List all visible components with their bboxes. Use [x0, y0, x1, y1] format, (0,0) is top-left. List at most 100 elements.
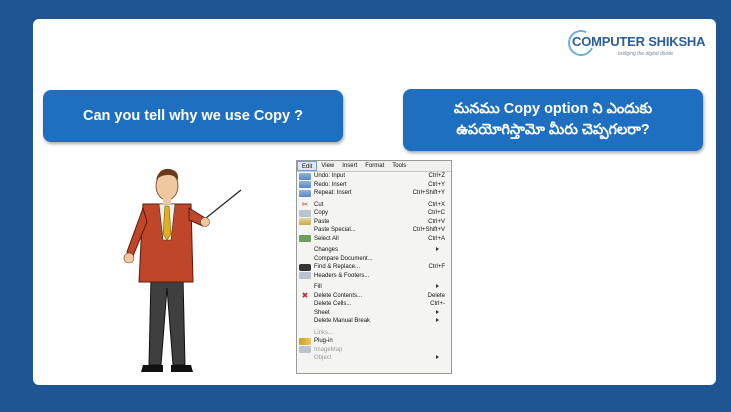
menu-item-fill[interactable]: Fill [297, 283, 451, 292]
menubar-insert[interactable]: Insert [338, 161, 361, 171]
teacher-pointing-illustration [123, 168, 242, 372]
menu-item-delete-cells[interactable]: Delete Cells... Ctrl+- [297, 300, 451, 309]
logo-brand: COMPUTER SHIKSHA [572, 34, 706, 49]
menu-item-delete-manual-break[interactable]: Delete Manual Break [297, 317, 451, 326]
menu-item-label: Repeat: Insert [314, 190, 352, 196]
menu-item-label: Cut [314, 201, 324, 208]
logo-tagline: bridging the digital divide [618, 51, 674, 57]
menu-item-object: Object [297, 354, 451, 363]
menu-item-shortcut: Ctrl+Y [428, 181, 445, 188]
menu-item-select-all[interactable]: Select All Ctrl+A [297, 235, 451, 244]
binoculars-icon [299, 263, 311, 271]
submenu-arrow-icon [436, 318, 439, 322]
menu-item-label: Redo: Insert [314, 181, 347, 188]
menu-icon-blank [299, 284, 311, 291]
menu-item-shortcut: Ctrl+Z [428, 173, 446, 179]
menu-item-label: Sheet [314, 309, 330, 316]
menu-item-label: Select All [314, 235, 339, 242]
menu-item-label: Find & Replace... [314, 264, 361, 270]
menu-icon-blank [299, 247, 311, 254]
menubar-tools[interactable]: Tools [388, 161, 410, 171]
menu-bar: Edit View Insert Format Tools [297, 161, 451, 172]
menu-item-shortcut [436, 317, 451, 326]
menu-icon-blank [299, 309, 311, 316]
copy-icon [299, 209, 311, 217]
submenu-arrow-icon [436, 247, 439, 251]
paste-icon [299, 218, 311, 226]
menu-item-label: Delete Manual Break [314, 318, 371, 324]
menu-item-copy[interactable]: Copy Ctrl+C [297, 209, 451, 218]
question-telugu-box: మనము Copy option ని ఎందుకు ఉపయోగిస్తామో … [403, 89, 703, 151]
menu-item-paste[interactable]: Paste Ctrl+V [297, 218, 451, 227]
menu-item-label: Headers & Footers... [314, 272, 370, 279]
menubar-format[interactable]: Format [361, 161, 388, 171]
menu-item-label: Plug-in [314, 338, 333, 344]
menu-icon-blank [299, 255, 311, 262]
menu-item-links: Links... [297, 329, 451, 338]
menu-item-changes[interactable]: Changes [297, 246, 451, 255]
plugin-icon [299, 337, 311, 345]
menu-item-compare-document[interactable]: Compare Document... [297, 255, 451, 264]
menu-item-plug-in[interactable]: Plug-in [297, 337, 451, 346]
submenu-arrow-icon [436, 309, 439, 314]
menu-item-label: Undo: Input [314, 173, 346, 179]
menu-item-shortcut: Ctrl+X [428, 201, 445, 208]
menu-item-label: Links... [314, 329, 334, 336]
menubar-edit[interactable]: Edit [297, 161, 318, 171]
menu-item-repeat-insert[interactable]: Repeat: Insert Ctrl+Shift+Y [297, 189, 451, 198]
menu-item-sheet[interactable]: Sheet [297, 309, 451, 318]
computer-shiksha-logo: COMPUTER SHIKSHA bridging the digital di… [544, 26, 706, 64]
menu-item-undo-input[interactable]: Undo: Input Ctrl+Z [297, 172, 451, 181]
menu-item-imagemap: ImageMap [297, 346, 451, 355]
menu-item-find-replace[interactable]: Find & Replace... Ctrl+F [297, 263, 451, 272]
question-telugu-line1: మనము Copy option ని ఎందుకు [453, 101, 653, 117]
menu-item-paste-special[interactable]: Paste Special... Ctrl+Shift+V [297, 226, 451, 235]
menu-item-cut[interactable]: ✂ Cut Ctrl+X [297, 201, 451, 210]
menu-item-shortcut [436, 246, 451, 255]
menubar-view[interactable]: View [317, 161, 338, 171]
menu-item-shortcut: Ctrl+V [428, 218, 445, 225]
submenu-arrow-icon [436, 355, 439, 359]
menu-item-shortcut: Ctrl+F [428, 264, 446, 270]
imagemap-icon [299, 346, 311, 354]
undo-icon [299, 172, 311, 180]
menu-item-label: Object [314, 355, 332, 361]
menu-item-label: Fill [314, 284, 322, 290]
menu-item-label: Copy [314, 210, 329, 216]
menu-icon-blank [299, 318, 311, 325]
menu-item-shortcut [436, 283, 451, 292]
menu-item-label: Delete Cells... [314, 301, 352, 307]
question-english-box: Can you tell why we use Copy ? [43, 90, 343, 142]
menu-item-shortcut [436, 309, 451, 318]
menu-item-redo-insert[interactable]: Redo: Insert Ctrl+Y [297, 181, 451, 190]
menu-item-label: Paste [314, 218, 330, 225]
select-all-icon [299, 235, 311, 243]
scissors-icon: ✂ [301, 200, 309, 210]
submenu-arrow-icon [436, 284, 439, 288]
menu-item-shortcut: Ctrl+C [427, 210, 445, 216]
edit-menu-list: Undo: Input Ctrl+Z Redo: Insert Ctrl+Y Repea… [297, 172, 451, 363]
edit-menu-screenshot: Edit View Insert Format Tools Undo: Input Ctr… [296, 160, 452, 374]
menu-item-delete-contents[interactable]: ✖ Delete Contents... Delete [297, 292, 451, 301]
headers-icon [299, 272, 311, 280]
repeat-icon [299, 189, 311, 197]
menu-icon-blank [299, 227, 311, 234]
menu-item-shortcut: Delete [427, 292, 445, 299]
menu-item-label: Delete Contents... [314, 292, 363, 299]
delete-x-icon: ✖ [301, 291, 309, 301]
menu-item-shortcut: Ctrl+- [430, 301, 445, 307]
question-english-text: Can you tell why we use Copy ? [83, 108, 303, 124]
question-telugu-line2: ఉపయోగిస్తామో మీరు చెప్పగలరా? [456, 122, 650, 138]
menu-item-label: Paste Special... [314, 227, 356, 233]
menu-item-label: Compare Document... [314, 255, 373, 262]
menu-icon-blank [299, 355, 311, 362]
menu-item-label: ImageMap [314, 346, 343, 353]
menu-item-shortcut: Ctrl+Shift+V [412, 227, 445, 233]
redo-icon [299, 181, 311, 189]
menu-item-shortcut: Ctrl+A [428, 235, 445, 242]
menu-item-label: Changes [314, 247, 339, 253]
menu-item-headers-footers[interactable]: Headers & Footers... [297, 272, 451, 281]
menu-icon-blank [299, 301, 311, 308]
menu-item-shortcut [436, 354, 451, 363]
menu-icon-blank [299, 329, 311, 336]
